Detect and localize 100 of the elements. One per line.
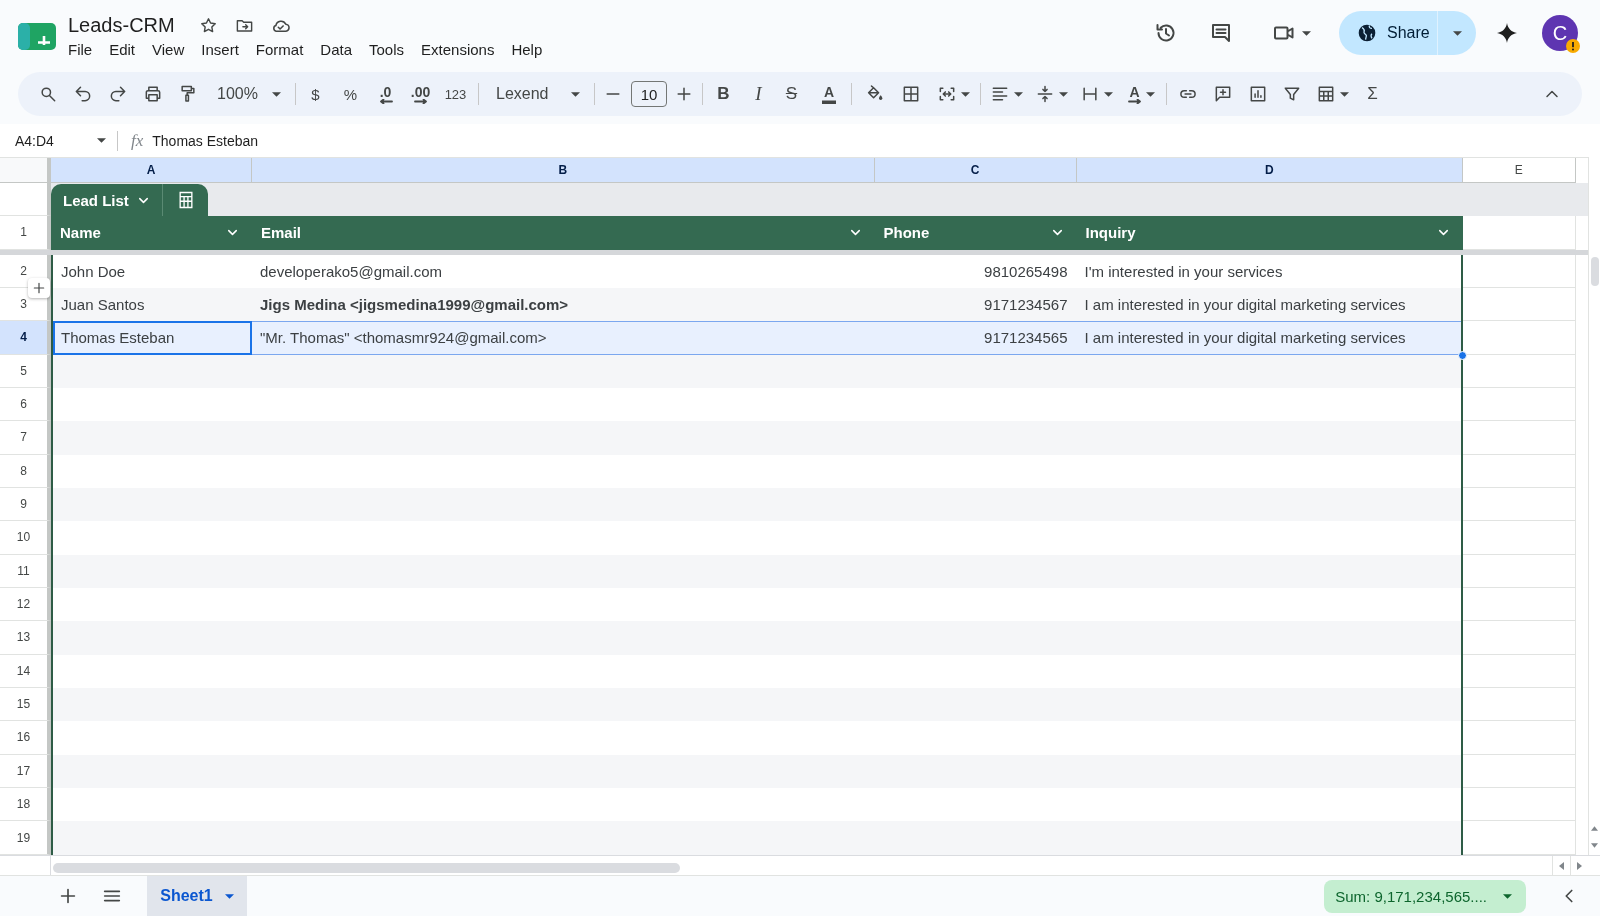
column-header[interactable]: D [1076,158,1463,183]
table-view-button[interactable] [162,184,208,216]
globe-icon[interactable] [1357,23,1377,43]
color-bar-icon[interactable] [822,98,836,104]
arrow-left-icon[interactable] [378,98,393,104]
row-header[interactable]: 9 [0,487,51,522]
spreadsheet-logo-icon[interactable] [18,23,56,50]
row-header[interactable]: 17 [0,754,51,788]
caret-down-icon[interactable] [571,91,580,97]
bar-chart-icon[interactable] [1248,84,1268,104]
column-header[interactable]: A [51,158,252,183]
text-color-button[interactable]: A [811,78,847,110]
row-header[interactable]: 16 [0,721,51,755]
sheet-cell[interactable] [1463,454,1576,488]
table-cell[interactable]: John Doe [53,254,252,288]
row-header[interactable]: 13 [0,621,51,655]
table-cell[interactable]: I am interested in your digital marketing services [1076,287,1461,322]
caret-down-icon[interactable] [1503,893,1512,899]
sheet-cell[interactable] [1463,354,1576,388]
caret-down-icon[interactable] [224,893,234,899]
row-header[interactable]: 10 [0,521,51,555]
row-header[interactable]: 19 [0,821,51,855]
sheet-cell[interactable] [1463,654,1576,688]
sheet-cell[interactable] [1463,821,1576,855]
table-cell[interactable]: I am interested in your digital marketing services [1076,321,1461,355]
table-cell[interactable]: 9810265498 [874,254,1077,288]
menu-item[interactable]: Insert [201,40,239,60]
document-title[interactable]: Leads-CRM [68,12,175,38]
row-header[interactable]: 7 [0,421,51,455]
caret-down-icon[interactable] [1104,91,1113,97]
menu-item[interactable]: File [68,40,93,60]
menu-item[interactable]: Data [320,40,352,60]
name-box[interactable]: A4:D4 [15,132,106,149]
sheet-cell[interactable] [1463,554,1576,588]
table-row[interactable]: Juan Santos Jigs Medina <jigsmedina1999@gmail.com> 9171234567 I am interested in your digital marketing services [51,287,1463,322]
star-icon[interactable] [198,15,218,35]
arrow-right-icon[interactable] [413,98,428,104]
menu-item[interactable]: Extensions [421,40,495,60]
row-header[interactable]: 18 [0,788,51,822]
caret-down-icon[interactable] [1340,91,1349,97]
caret-down-icon[interactable] [97,138,106,143]
menu-item[interactable]: Tools [369,40,405,60]
merge-icon[interactable] [937,84,957,104]
sheet-cell[interactable] [1463,754,1576,788]
sheet-cell[interactable] [1463,521,1576,555]
strikethrough-button[interactable]: S [776,78,807,110]
funnel-icon[interactable] [1282,84,1302,104]
caret-down-icon[interactable] [1013,91,1023,97]
sheet-cell[interactable] [1463,216,1576,250]
table-cell[interactable]: 9171234565 [874,321,1077,355]
row-header[interactable]: 5 [0,354,51,388]
account-avatar[interactable]: C [1542,15,1578,51]
sheet-cell[interactable] [1463,788,1576,822]
table-name-tab[interactable]: Lead List [51,184,162,216]
caret-down-icon[interactable] [1059,91,1068,97]
column-header[interactable]: B [252,158,875,183]
sheet-tab[interactable]: Sheet1 [147,876,247,916]
table-cell[interactable]: Juan Santos [53,287,252,322]
sheet-cell[interactable] [1463,721,1576,755]
sheet-cell[interactable] [1463,387,1576,422]
menu-item[interactable]: Format [255,40,304,60]
sheet-cell[interactable] [1463,321,1576,355]
table-icon[interactable] [1316,84,1336,104]
caret-down-icon[interactable] [961,91,970,97]
caret-down-icon[interactable] [1452,30,1462,36]
row-header[interactable]: 6 [0,387,51,422]
menu-item[interactable]: Edit [109,40,136,60]
comment-icon[interactable] [1209,21,1233,45]
decrease-decimal-button[interactable]: .0 [368,78,403,110]
sheet-cell[interactable] [1463,287,1576,322]
font-dropdown[interactable]: Lexend [484,78,584,110]
sheet-cell[interactable] [1463,687,1576,722]
table-cell[interactable]: 9171234567 [874,287,1077,322]
text-rotation-button[interactable]: A [1119,78,1163,110]
triangle-left-icon[interactable] [1559,861,1564,870]
vertical-align-icon[interactable] [1035,84,1055,104]
formula-field[interactable]: Thomas Esteban [152,127,1600,154]
table-row[interactable]: John Doe developerako5@gmail.com 9810265498 I'm interested in your services [51,254,1463,288]
share-button[interactable]: Share [1339,11,1438,55]
increase-decimal-button[interactable]: .00 [403,78,438,110]
sheet-cell[interactable] [1463,621,1576,655]
triangle-right-icon[interactable] [1577,861,1582,870]
triangle-down-icon[interactable] [1591,843,1598,848]
horizontal-scrollbar-thumb[interactable] [53,863,680,873]
table-cell[interactable]: "Mr. Thomas" <thomasmr924@gmail.com> [252,321,875,355]
column-header[interactable]: E [1463,158,1576,183]
menu-item[interactable]: View [152,40,185,60]
bold-button[interactable]: B [706,78,741,110]
menu-item[interactable]: Help [511,40,543,60]
vertical-scrollbar-thumb[interactable] [1591,257,1599,286]
font-size-field[interactable]: 10 [631,81,667,107]
row-header[interactable]: 11 [0,554,51,588]
comment-plus-icon[interactable] [1213,84,1233,104]
number-format-button[interactable]: 123 [438,78,473,110]
table-cell[interactable]: developerako5@gmail.com [252,254,875,288]
sheet-cell[interactable] [1463,487,1576,522]
caret-down-icon[interactable] [1145,91,1155,97]
triangle-up-icon[interactable] [1591,826,1598,831]
sheet-cell[interactable] [1463,254,1576,288]
sheet-cell[interactable] [1463,587,1576,622]
